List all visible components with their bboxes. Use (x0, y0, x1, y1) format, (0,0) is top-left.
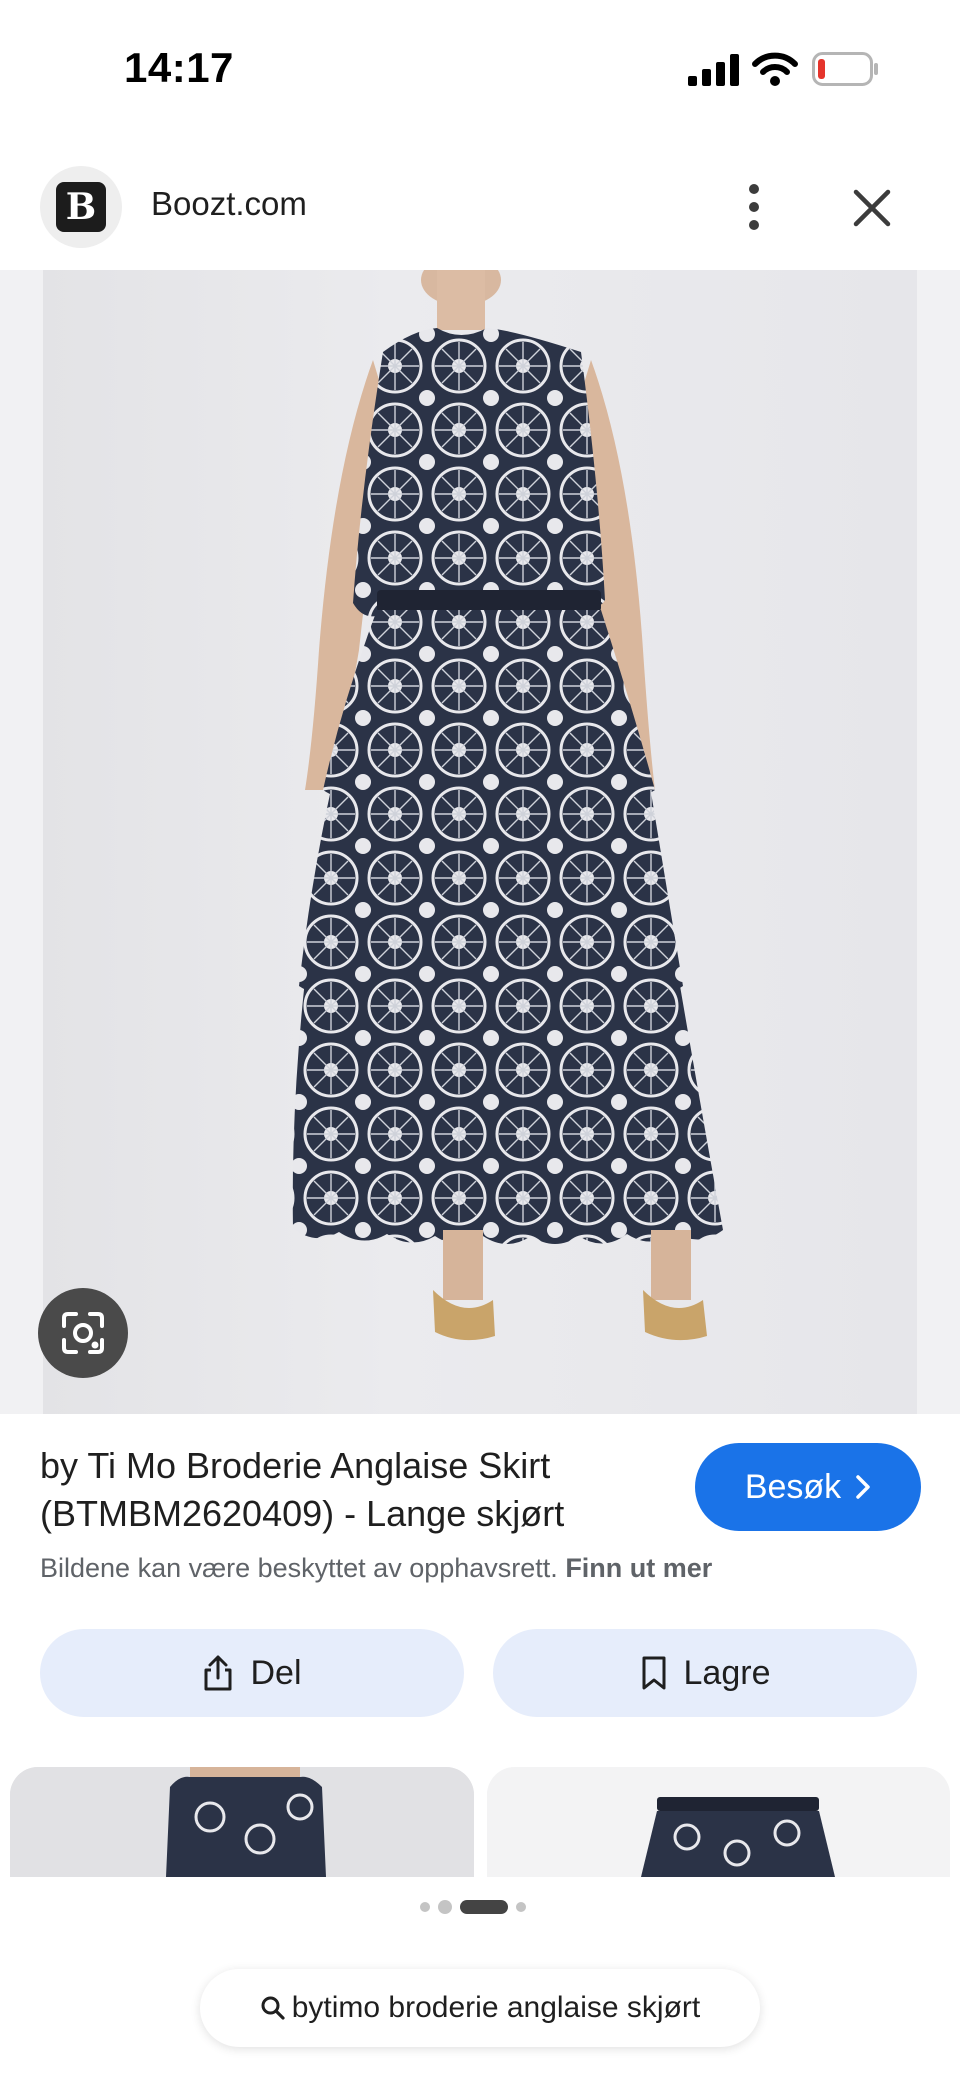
page-dot (516, 1902, 526, 1912)
copyright-text: Bildene kan være beskyttet av opphavsret… (40, 1553, 558, 1583)
share-button[interactable]: Del (40, 1629, 464, 1717)
save-button[interactable]: Lagre (493, 1629, 917, 1717)
page-indicator (420, 1900, 526, 1914)
site-name[interactable]: Boozt.com (151, 185, 307, 223)
related-image-2[interactable] (487, 1767, 950, 1877)
google-lens-icon[interactable] (38, 1288, 128, 1378)
image-viewer[interactable] (0, 270, 960, 1414)
learn-more-link[interactable]: Finn ut mer (565, 1553, 712, 1583)
search-query-text: bytimo broderie anglaise skjørt (291, 1991, 701, 2024)
more-vert-icon[interactable] (736, 180, 772, 234)
wifi-icon (752, 52, 798, 86)
share-button-label: Del (250, 1653, 302, 1692)
page-dot (438, 1900, 452, 1914)
visit-button[interactable]: Besøk (695, 1443, 921, 1531)
share-icon (204, 1655, 232, 1691)
related-image-1[interactable] (10, 1767, 474, 1877)
site-favicon: B (40, 166, 122, 248)
result-title[interactable]: by Ti Mo Broderie Anglaise Skirt (BTMBM2… (40, 1442, 680, 1538)
close-icon[interactable] (848, 184, 896, 232)
chevron-right-icon (856, 1475, 870, 1499)
page-dot-active (460, 1900, 508, 1914)
cellular-signal-icon (688, 54, 739, 86)
product-photo[interactable] (43, 270, 917, 1414)
favicon-letter: B (56, 182, 106, 232)
save-button-label: Lagre (683, 1653, 771, 1692)
bookmark-icon (642, 1656, 666, 1690)
search-icon (261, 1996, 285, 2020)
page-dot (420, 1902, 430, 1912)
status-time: 14:17 (124, 44, 234, 91)
battery-low-icon (812, 52, 878, 86)
search-query-pill[interactable]: bytimo broderie anglaise skjørt (200, 1969, 760, 2047)
copyright-notice: Bildene kan være beskyttet av opphavsret… (40, 1553, 712, 1584)
visit-button-label: Besøk (744, 1467, 842, 1506)
